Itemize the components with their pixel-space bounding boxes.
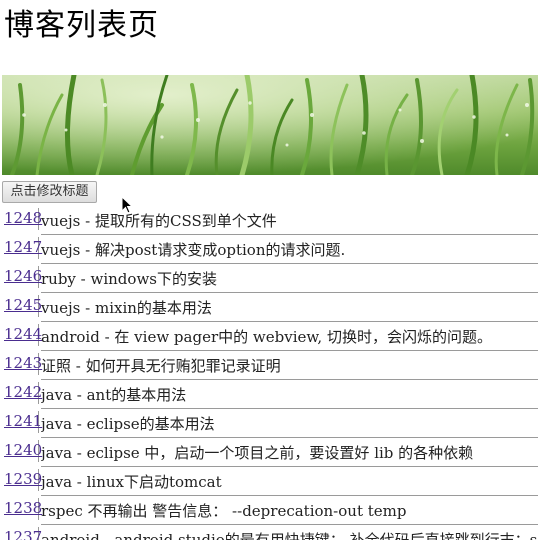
post-id-link[interactable]: 1243 [4, 353, 42, 375]
edit-title-button[interactable]: 点击修改标题 [2, 181, 97, 203]
grass-illustration [2, 75, 538, 175]
post-title: java - ant的基本用法 [41, 385, 538, 409]
post-title: vuejs - 提取所有的CSS到单个文件 [41, 211, 538, 235]
blog-list-page: 博客列表页 点击修改标题 1248 vuejs - 提取所有的CSS到单个文件 … [0, 0, 538, 540]
post-title: rspec 不再输出 警告信息： --deprecation-out temp [41, 501, 538, 525]
post-list: 1248 vuejs - 提取所有的CSS到单个文件 1247 vuejs - 解决p… [3, 206, 538, 540]
post-list-item: 1245 vuejs - mixin的基本用法 [3, 293, 538, 322]
post-list-item: 1243 证照 - 如何开具无行贿犯罪记录证明 [3, 351, 538, 380]
grass-banner-image [2, 75, 538, 175]
post-title: java - eclipse 中，启动一个项目之前，要设置好 lib 的各种依赖 [41, 443, 538, 467]
post-list-item: 1240 java - eclipse 中，启动一个项目之前，要设置好 lib 的… [3, 438, 538, 467]
post-list-item: 1246 ruby - windows下的安装 [3, 264, 538, 293]
post-id-link[interactable]: 1238 [4, 498, 42, 520]
post-title: android - android studio的最有用快捷键： 补全代码后直接… [41, 530, 538, 540]
post-list-item: 1242 java - ant的基本用法 [3, 380, 538, 409]
post-id-link[interactable]: 1247 [4, 237, 42, 259]
post-list-item: 1238 rspec 不再输出 警告信息： --deprecation-out t… [3, 496, 538, 525]
post-id-link[interactable]: 1241 [4, 411, 42, 433]
post-id-link[interactable]: 1248 [4, 208, 42, 230]
post-list-item: 1244 android - 在 view pager中的 webview, 切换… [3, 322, 538, 351]
post-id-link[interactable]: 1246 [4, 266, 42, 288]
post-list-item: 1248 vuejs - 提取所有的CSS到单个文件 [3, 206, 538, 235]
page-title: 博客列表页 [4, 8, 159, 43]
post-title: vuejs - mixin的基本用法 [41, 298, 538, 322]
post-title: ruby - windows下的安装 [41, 269, 538, 293]
post-title: java - linux下启动tomcat [41, 472, 538, 496]
post-list-item: 1241 java - eclipse的基本用法 [3, 409, 538, 438]
post-id-link[interactable]: 1240 [4, 440, 42, 462]
post-list-item: 1239 java - linux下启动tomcat [3, 467, 538, 496]
post-list-item: 1237 android - android studio的最有用快捷键： 补全代… [3, 525, 538, 540]
post-id-link[interactable]: 1244 [4, 324, 42, 346]
post-id-link[interactable]: 1239 [4, 469, 42, 491]
post-id-link[interactable]: 1237 [4, 527, 42, 540]
post-list-item: 1247 vuejs - 解决post请求变成option的请求问题. [3, 235, 538, 264]
post-title: 证照 - 如何开具无行贿犯罪记录证明 [41, 356, 538, 380]
post-title: android - 在 view pager中的 webview, 切换时，会闪… [41, 327, 538, 351]
post-title: java - eclipse的基本用法 [41, 414, 538, 438]
post-title: vuejs - 解决post请求变成option的请求问题. [41, 240, 538, 264]
post-id-link[interactable]: 1245 [4, 295, 42, 317]
post-id-link[interactable]: 1242 [4, 382, 42, 404]
